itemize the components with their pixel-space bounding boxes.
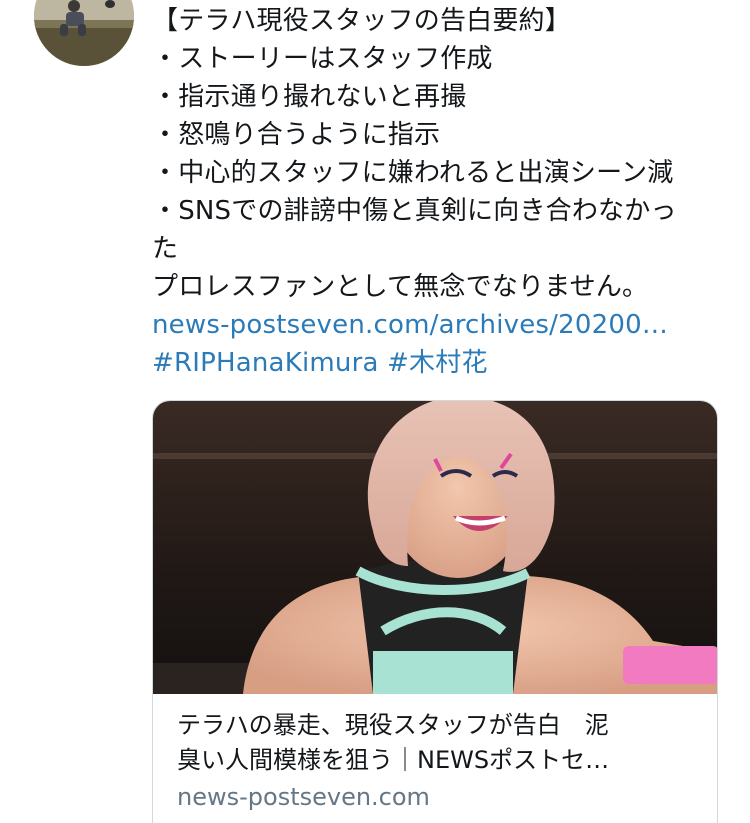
hashtag-link[interactable]: #木村花 [387,348,488,378]
tweet-text-line: 【テラハ現役スタッフの告白要約】 [152,6,571,36]
tweet-text-line: ・中心的スタッフに嫌われると出演シーン減 [152,158,674,188]
hashtag-row: #RIPHanaKimura #木村花 [152,344,732,382]
tweet-link[interactable]: news-postseven.com/archives/20200… [152,306,732,344]
hashtag-link[interactable]: #RIPHanaKimura [152,348,379,378]
card-domain: news-postseven.com [177,783,430,811]
tweet-text-line: ・指示通り撮れないと再撮 [152,82,467,112]
tweet-body: 【テラハ現役スタッフの告白要約】 ・ストーリーはスタッフ作成 ・指示通り撮れない… [152,0,732,382]
card-title: 臭い人間模様を狙う｜NEWSポストセ… [177,746,610,774]
tweet-text-line: プロレスファンとして無念でなりません。 [152,272,649,302]
link-preview-card[interactable]: テラハの暴走、現役スタッフが告白 泥 臭い人間模様を狙う｜NEWSポストセ… n… [152,400,718,823]
card-title: テラハの暴走、現役スタッフが告白 泥 [177,711,609,739]
tweet-text-line: ・SNSでの誹謗中傷と真剣に向き合わなかっ [152,196,677,226]
avatar[interactable] [34,0,134,66]
tweet-text-line: ・ストーリーはスタッフ作成 [152,44,493,74]
tweet-text-line: た [152,234,179,264]
tweet: 【テラハ現役スタッフの告白要約】 ・ストーリーはスタッフ作成 ・指示通り撮れない… [0,0,750,823]
card-photo [153,401,717,694]
card-text: テラハの暴走、現役スタッフが告白 泥 臭い人間模様を狙う｜NEWSポストセ… n… [153,694,717,814]
tweet-text-line: ・怒鳴り合うように指示 [152,120,441,150]
